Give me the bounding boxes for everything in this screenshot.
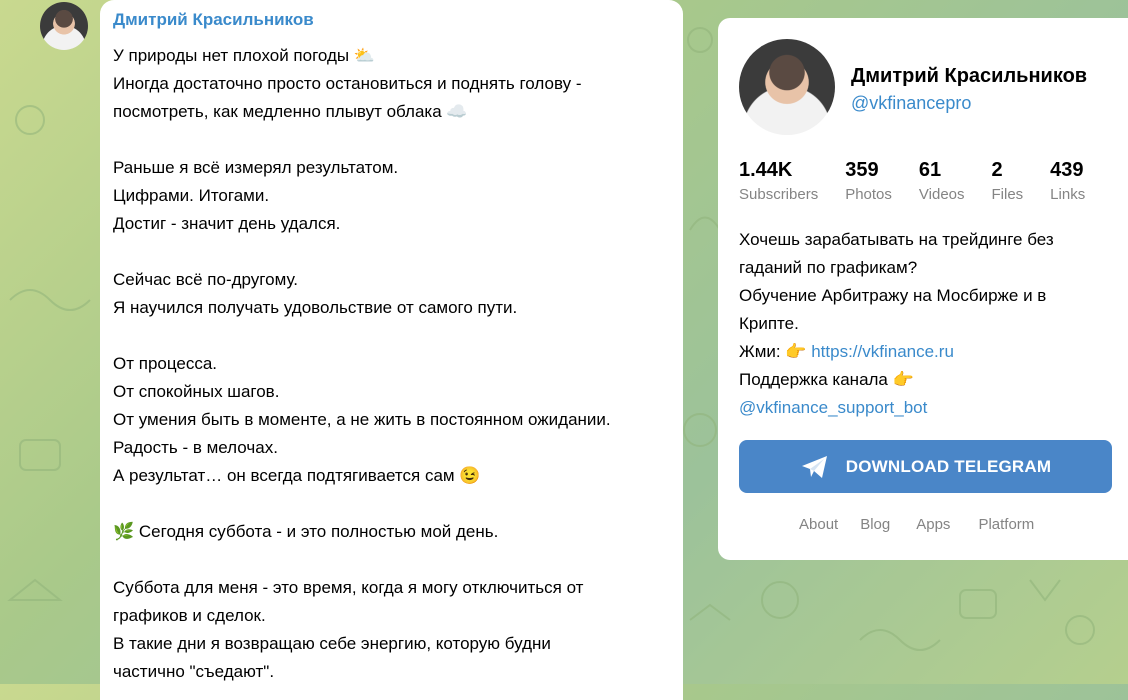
message-line: частично "съедают". — [113, 662, 275, 681]
message-line — [113, 126, 673, 154]
website-link[interactable]: https://vkfinance.ru — [811, 342, 954, 361]
footer-links: About Blog Apps Platform — [799, 516, 1056, 533]
channel-username[interactable]: @vkfinancepro — [851, 93, 971, 114]
message-line — [113, 238, 673, 266]
description-line: Обучение Арбитражу на Мосбирже и в — [739, 286, 1047, 305]
message-line: В такие дни я возвращаю себе энергию, ко… — [113, 634, 551, 653]
stat-label: Subscribers — [739, 186, 819, 203]
message-line: Иногда достаточно просто остановиться и … — [113, 74, 582, 93]
stat-label: Photos — [845, 186, 892, 203]
description-line: Хочешь зарабатывать на трейдинге без — [739, 230, 1054, 249]
description-line: Крипте. — [739, 314, 799, 333]
message-line: 🌿 Сегодня суббота - и это полностью мой … — [113, 522, 499, 541]
message-line: Достиг - значит день удался. — [113, 214, 341, 233]
message-author[interactable]: Дмитрий Красильников — [113, 10, 314, 30]
message-bubble: Дмитрий Красильников У природы нет плохо… — [100, 0, 683, 700]
stat-videos: 61 Videos — [919, 158, 965, 206]
stat-subscribers: 1.44K Subscribers — [739, 158, 818, 206]
footer-link-about[interactable]: About — [799, 516, 838, 533]
message-line: От спокойных шагов. — [113, 382, 280, 401]
stat-value: 359 — [845, 159, 879, 181]
stat-value: 1.44K — [739, 159, 793, 181]
message-line — [113, 322, 673, 350]
stat-files: 2 Files — [992, 158, 1024, 206]
channel-name: Дмитрий Красильников — [851, 65, 1088, 87]
description-line: Жми: 👉 https://vkfinance.ru — [739, 338, 1109, 366]
description-prefix: Жми: 👉 — [739, 342, 812, 361]
download-telegram-label: DOWNLOAD TELEGRAM — [845, 456, 1052, 476]
message-line: Радость - в мелочах. — [113, 438, 278, 457]
download-telegram-button[interactable]: DOWNLOAD TELEGRAM — [739, 440, 1112, 493]
message-line: От умения быть в моменте, а не жить в по… — [113, 410, 611, 429]
channel-description: Хочешь зарабатывать на трейдинге без гад… — [739, 226, 1109, 422]
message-line: Цифрами. Итогами. — [113, 186, 270, 205]
stat-value: 2 — [991, 159, 1003, 181]
stat-value: 439 — [1050, 159, 1084, 181]
description-line: Поддержка канала 👉 — [739, 370, 914, 389]
message-line — [113, 490, 673, 518]
stat-label: Links — [1050, 186, 1086, 203]
message-line: А результат… он всегда подтягивается сам… — [113, 466, 481, 485]
message-text: У природы нет плохой погоды ⛅ Иногда дост… — [113, 42, 673, 686]
message-line: У природы нет плохой погоды ⛅ — [113, 46, 376, 65]
message-line — [113, 546, 673, 574]
description-line: @vkfinance_support_bot — [739, 394, 1109, 422]
channel-avatar — [739, 39, 835, 135]
footer-link-platform[interactable]: Platform — [978, 516, 1034, 533]
support-bot-link[interactable]: @vkfinance_support_bot — [739, 398, 927, 417]
stat-label: Videos — [918, 186, 965, 203]
message-line: Сейчас всё по-другому. — [113, 270, 298, 289]
message-line: Раньше я всё измерял результатом. — [113, 158, 399, 177]
channel-info-card: Дмитрий Красильников @vkfinancepro 1.44K… — [718, 18, 1128, 560]
telegram-plane-icon — [801, 455, 827, 478]
stat-value: 61 — [918, 159, 942, 181]
message-line: графиков и сделок. — [113, 606, 266, 625]
description-line: гаданий по графикам? — [739, 258, 918, 277]
message-line: Суббота для меня - это время, когда я мо… — [113, 578, 584, 597]
author-avatar[interactable] — [40, 2, 88, 50]
message-line: Я научился получать удовольствие от само… — [113, 298, 518, 317]
message-line: От процесса. — [113, 354, 218, 373]
stat-links: 439 Links — [1050, 158, 1085, 206]
stat-label: Files — [991, 186, 1024, 203]
channel-stats: 1.44K Subscribers 359 Photos 61 Videos 2… — [739, 158, 1112, 206]
footer-link-apps[interactable]: Apps — [916, 516, 950, 533]
message-line: посмотреть, как медленно плывут облака ☁… — [113, 102, 468, 121]
footer-link-blog[interactable]: Blog — [860, 516, 890, 533]
stat-photos: 359 Photos — [845, 158, 892, 206]
